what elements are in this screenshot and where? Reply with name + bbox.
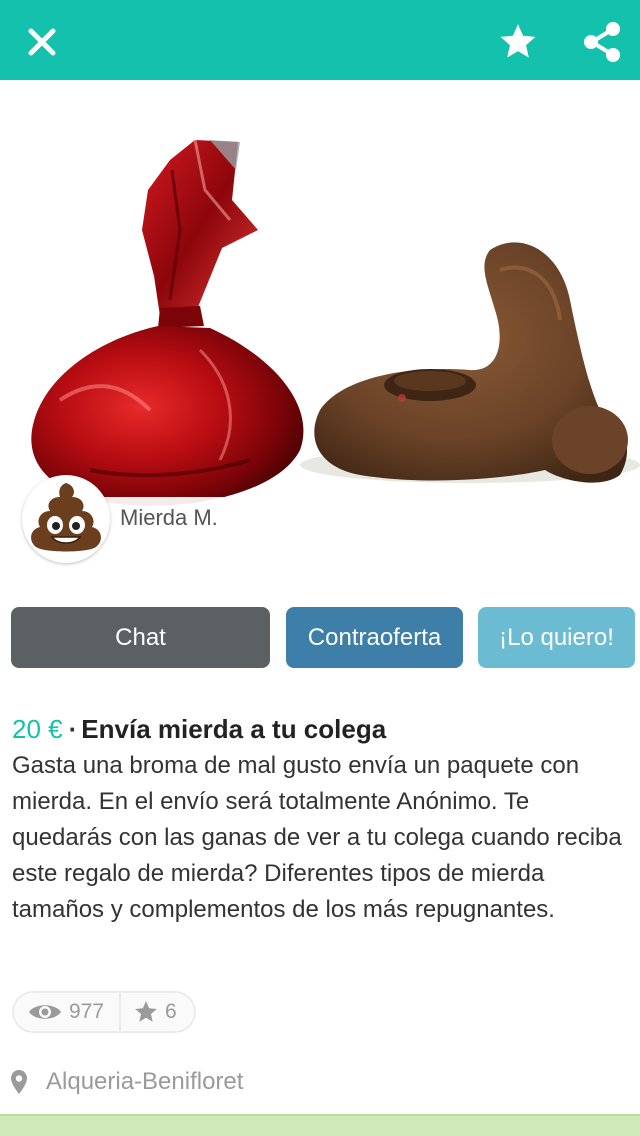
poop-emoji-icon bbox=[31, 483, 101, 552]
eye-icon bbox=[29, 1005, 61, 1019]
seller-name[interactable]: Mierda M. bbox=[120, 505, 218, 531]
close-icon[interactable] bbox=[20, 20, 64, 64]
views-stat: 977 bbox=[14, 993, 119, 1031]
title-separator: · bbox=[68, 714, 78, 744]
price: 20 € bbox=[12, 714, 63, 744]
product-description: Gasta una broma de mal gusto envía un pa… bbox=[12, 752, 622, 923]
bottom-bar bbox=[0, 1114, 640, 1136]
star-icon[interactable] bbox=[496, 20, 540, 64]
top-bar bbox=[0, 0, 640, 80]
views-count: 977 bbox=[69, 1000, 105, 1023]
share-icon[interactable] bbox=[580, 20, 624, 64]
counteroffer-button[interactable]: Contraoferta bbox=[286, 607, 463, 668]
location-pin-icon bbox=[11, 1070, 27, 1094]
stats-pill: 977 6 bbox=[12, 991, 196, 1033]
chat-button[interactable]: Chat bbox=[11, 607, 270, 668]
favorites-stat: 6 bbox=[121, 993, 177, 1031]
poop-pile-image bbox=[300, 242, 640, 483]
avatar[interactable] bbox=[22, 475, 110, 563]
red-foil-package-image bbox=[31, 139, 304, 506]
star-icon bbox=[135, 1001, 157, 1022]
title-line: 20 € · Envía mierda a tu colega bbox=[12, 712, 628, 746]
product-info: 20 € · Envía mierda a tu colega Gasta una … bbox=[12, 712, 628, 928]
action-buttons: Chat Contraoferta ¡Lo quiero! bbox=[0, 607, 640, 669]
product-title: Envía mierda a tu colega bbox=[81, 714, 387, 744]
location-text: Alqueria-Benifloret bbox=[46, 1068, 244, 1095]
buy-button[interactable]: ¡Lo quiero! bbox=[478, 607, 635, 668]
location[interactable]: Alqueria-Benifloret bbox=[10, 1064, 243, 1100]
favorites-count: 6 bbox=[165, 1000, 177, 1023]
